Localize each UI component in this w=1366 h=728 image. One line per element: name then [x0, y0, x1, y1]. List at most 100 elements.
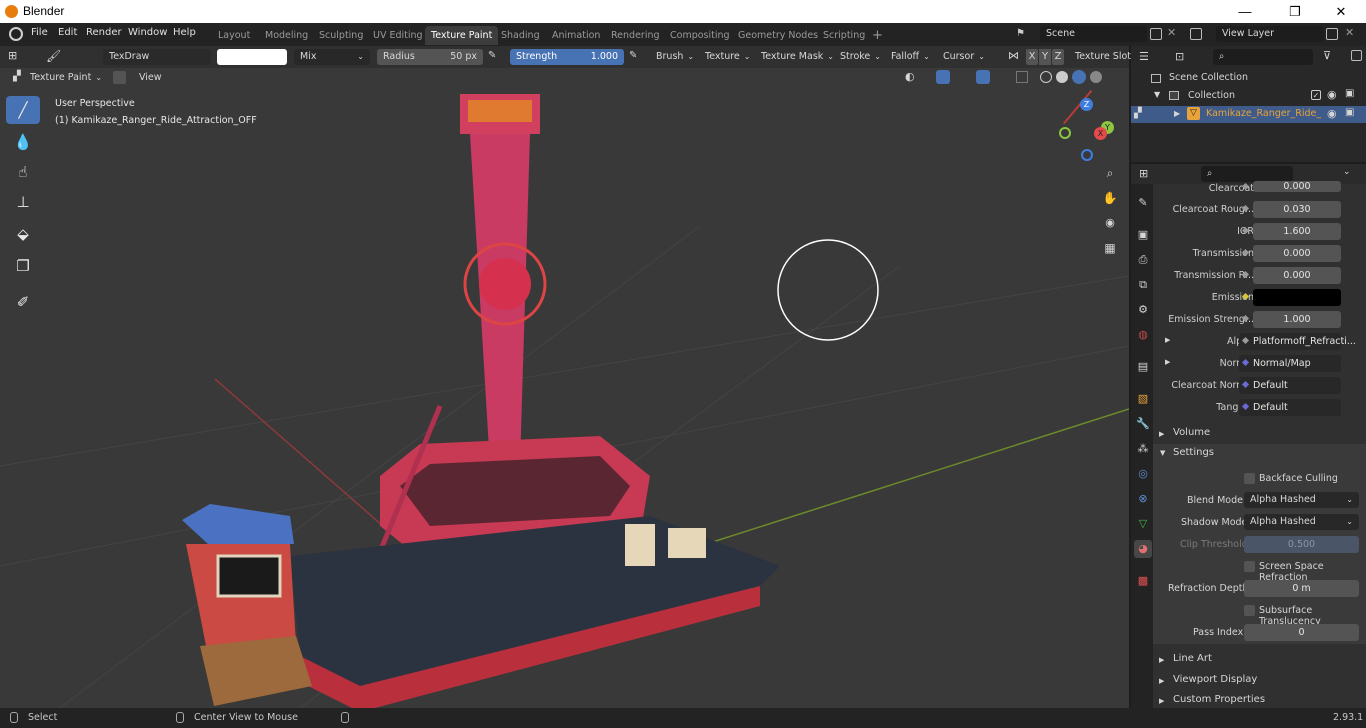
- texture-tab-icon[interactable]: ▩: [1134, 572, 1152, 590]
- new-view-layer-icon[interactable]: [1326, 28, 1338, 40]
- prop-field-clearcoat[interactable]: 0.000: [1253, 181, 1341, 192]
- refraction-depth-field[interactable]: 0 m: [1244, 580, 1359, 597]
- outliner-search-input[interactable]: ⌕: [1213, 49, 1313, 65]
- collection-tab-icon[interactable]: ▤: [1134, 358, 1152, 376]
- tab-sculpting[interactable]: Sculpting: [313, 26, 369, 45]
- alpha-expand-icon[interactable]: ▶: [1165, 336, 1170, 344]
- settings-panel-header[interactable]: Settings: [1173, 447, 1214, 458]
- view-layer-field[interactable]: View Layer: [1216, 26, 1324, 42]
- view-menu[interactable]: View: [139, 70, 162, 86]
- prop-field-transmission-roughness[interactable]: 0.000: [1253, 267, 1341, 284]
- prop-field-emission-color[interactable]: [1253, 289, 1341, 306]
- collection-label[interactable]: Collection: [1188, 90, 1235, 101]
- tab-compositing[interactable]: Compositing: [664, 26, 736, 45]
- menu-render[interactable]: Render: [86, 27, 122, 38]
- texture-menu[interactable]: Texture ⌄: [705, 49, 750, 65]
- tab-modeling[interactable]: Modeling: [259, 26, 314, 45]
- backface-culling-checkbox[interactable]: [1244, 473, 1255, 484]
- eye-icon[interactable]: ◉: [1327, 88, 1337, 101]
- modifier-tab-icon[interactable]: 🔧: [1134, 415, 1152, 433]
- soften-tool-icon[interactable]: 💧: [6, 128, 40, 156]
- editor-type-icon[interactable]: ⊞: [8, 49, 17, 62]
- material-shading-icon[interactable]: [1072, 70, 1086, 84]
- render-tab-icon[interactable]: ▣: [1134, 226, 1152, 244]
- mode-dropdown[interactable]: Texture Paint ⌄: [30, 70, 102, 86]
- scene-icon[interactable]: ⚑: [1016, 28, 1036, 41]
- shadow-mode-select[interactable]: Alpha Hashed ⌄: [1244, 514, 1359, 530]
- scene-collection-label[interactable]: Scene Collection: [1169, 72, 1248, 83]
- mask-tool-icon[interactable]: ❐: [6, 252, 40, 280]
- prop-field-transmission[interactable]: 0.000: [1253, 245, 1341, 262]
- new-collection-icon[interactable]: [1351, 50, 1362, 61]
- mirror-y-toggle[interactable]: Y: [1039, 49, 1051, 65]
- maximize-button[interactable]: ❐: [1272, 1, 1318, 22]
- strength-pressure-icon[interactable]: ✎: [629, 50, 637, 61]
- outliner-editor-icon[interactable]: ☰: [1139, 50, 1149, 63]
- prop-field-tangent[interactable]: Default: [1239, 399, 1341, 416]
- brush-name-field[interactable]: TexDraw: [103, 49, 211, 65]
- properties-options-icon[interactable]: ⌄: [1343, 167, 1351, 177]
- draw-tool-icon[interactable]: ╱: [6, 96, 40, 124]
- tab-geometry-nodes[interactable]: Geometry Nodes: [732, 26, 824, 45]
- camera-render-icon[interactable]: ▣: [1345, 88, 1354, 99]
- falloff-menu[interactable]: Falloff ⌄: [891, 49, 930, 65]
- data-tab-icon[interactable]: ▽: [1134, 515, 1152, 533]
- pass-index-field[interactable]: 0: [1244, 624, 1359, 641]
- view-layer-tab-icon[interactable]: ⧉: [1134, 276, 1152, 294]
- object-eye-icon[interactable]: ◉: [1327, 107, 1337, 120]
- tool-tab-icon[interactable]: ✎: [1134, 194, 1152, 212]
- display-mode-icon[interactable]: ⊡: [1175, 50, 1184, 63]
- stroke-menu[interactable]: Stroke ⌄: [840, 49, 881, 65]
- prop-field-clearcoat-normal[interactable]: Default: [1239, 377, 1341, 394]
- mask-toggle-icon[interactable]: [113, 71, 126, 84]
- clone-tool-icon[interactable]: ⊥: [6, 188, 40, 216]
- collection-expand-icon[interactable]: ▼: [1154, 90, 1160, 99]
- tab-scripting[interactable]: Scripting: [817, 26, 871, 45]
- prop-field-ior[interactable]: 1.600: [1253, 223, 1341, 240]
- tab-texture-paint[interactable]: Texture Paint: [425, 26, 499, 45]
- gizmo-x[interactable]: X: [1094, 127, 1107, 140]
- prop-field-emission-strength[interactable]: 1.000: [1253, 311, 1341, 328]
- radius-field[interactable]: Radius 50 px: [377, 49, 483, 65]
- texture-slots-menu[interactable]: Texture Slots: [1075, 49, 1136, 65]
- tab-animation[interactable]: Animation: [546, 26, 606, 45]
- sss-checkbox[interactable]: [1244, 605, 1255, 616]
- 3d-viewport[interactable]: User Perspective (1) Kamikaze_Ranger_Rid…: [0, 46, 1129, 708]
- viewport-display-expand-icon[interactable]: ▶: [1159, 677, 1164, 685]
- gizmo-neg-z[interactable]: [1081, 149, 1093, 161]
- wireframe-shading-icon[interactable]: [1040, 71, 1052, 83]
- normal-expand-icon[interactable]: ▶: [1165, 358, 1170, 366]
- filter-icon[interactable]: ⊽: [1323, 49, 1331, 62]
- camera-icon[interactable]: ◉: [1101, 216, 1119, 234]
- object-tab-icon[interactable]: ▧: [1134, 390, 1152, 408]
- cursor-menu[interactable]: Cursor ⌄: [943, 49, 985, 65]
- collection-checkbox[interactable]: ✓: [1311, 90, 1321, 100]
- visibility-icon[interactable]: ◐: [905, 70, 915, 83]
- custom-properties-panel-header[interactable]: Custom Properties: [1173, 694, 1265, 705]
- menu-edit[interactable]: Edit: [58, 27, 77, 38]
- scene-field[interactable]: Scene: [1040, 26, 1147, 42]
- texture-mask-menu[interactable]: Texture Mask ⌄: [761, 49, 834, 65]
- solid-shading-icon[interactable]: [1056, 71, 1068, 83]
- add-workspace-button[interactable]: +: [866, 26, 889, 45]
- minimize-button[interactable]: —: [1222, 1, 1268, 22]
- remove-view-layer-icon[interactable]: ✕: [1345, 26, 1354, 39]
- blend-mode-dropdown[interactable]: Mix ⌄: [294, 49, 370, 65]
- brush-menu[interactable]: Brush ⌄: [656, 49, 694, 65]
- ssr-checkbox[interactable]: [1244, 561, 1255, 572]
- particles-tab-icon[interactable]: ⁂: [1134, 440, 1152, 458]
- output-tab-icon[interactable]: ⎙: [1134, 251, 1152, 269]
- properties-editor-icon[interactable]: ⊞: [1139, 167, 1148, 180]
- gizmo-z[interactable]: Z: [1080, 98, 1093, 111]
- mirror-x-toggle[interactable]: X: [1026, 49, 1038, 65]
- grid-view-icon[interactable]: ▦: [1101, 241, 1119, 259]
- menu-help[interactable]: Help: [173, 27, 196, 38]
- tab-layout[interactable]: Layout: [212, 26, 256, 45]
- prop-field-alpha[interactable]: Platformoff_Refracti...: [1239, 333, 1356, 350]
- constraints-tab-icon[interactable]: ⊗: [1134, 490, 1152, 508]
- rendered-shading-icon[interactable]: [1090, 71, 1102, 83]
- brush-icon[interactable]: 🖌: [46, 49, 61, 63]
- viewport-display-panel-header[interactable]: Viewport Display: [1173, 674, 1257, 685]
- object-render-icon[interactable]: ▣: [1345, 107, 1354, 118]
- tab-shading[interactable]: Shading: [495, 26, 546, 45]
